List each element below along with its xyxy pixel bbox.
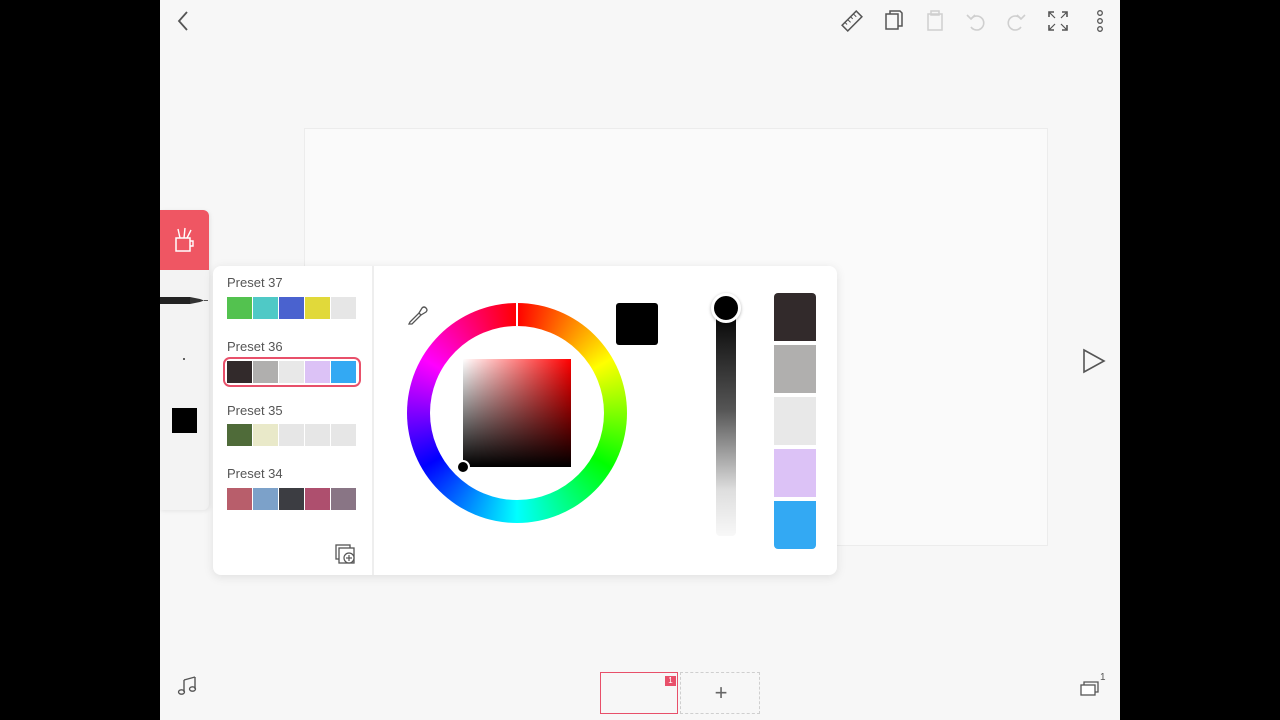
clipboard-icon xyxy=(927,10,943,31)
add-preset-icon[interactable] xyxy=(334,543,358,567)
preset-swatch[interactable] xyxy=(279,488,304,510)
preset-swatch[interactable] xyxy=(253,297,278,319)
brush-cup-icon xyxy=(175,227,194,252)
layers-button[interactable]: 1 xyxy=(1078,672,1108,700)
opacity-slider[interactable] xyxy=(716,306,736,536)
add-frame-label: + xyxy=(714,680,728,705)
preset-swatch-row-selected[interactable] xyxy=(223,357,361,387)
preset-swatch[interactable] xyxy=(331,361,356,383)
preset-swatch[interactable] xyxy=(227,297,252,319)
preset-swatch[interactable] xyxy=(305,297,330,319)
frame-number-badge: 1 xyxy=(665,676,676,686)
palette-swatch[interactable] xyxy=(774,293,816,341)
opacity-slider-thumb[interactable] xyxy=(711,293,741,323)
add-frame-button[interactable]: + xyxy=(680,672,760,714)
more-vertical-icon[interactable] xyxy=(1087,8,1113,34)
brush-size-dot xyxy=(183,358,185,360)
palette-swatch[interactable] xyxy=(774,345,816,393)
preset-label: Preset 35 xyxy=(227,403,283,418)
frame-thumbnail[interactable]: 1 xyxy=(600,672,678,714)
copy-pages-icon[interactable] xyxy=(881,8,907,34)
play-triangle-icon[interactable] xyxy=(1080,348,1106,374)
redo-icon xyxy=(1007,14,1026,31)
undo-icon xyxy=(966,14,985,31)
preset-swatch[interactable] xyxy=(305,424,330,446)
layers-count: 1 xyxy=(1100,672,1106,683)
preset-swatch[interactable] xyxy=(227,488,252,510)
preset-swatch[interactable] xyxy=(331,424,356,446)
preset-list: Preset 37 Preset 36 Preset 35 Preset 34 xyxy=(213,266,374,575)
preset-swatch[interactable] xyxy=(253,361,278,383)
current-color-swatch xyxy=(616,303,658,345)
back-chevron-icon[interactable] xyxy=(172,8,196,34)
preset-swatch-row[interactable] xyxy=(227,424,357,446)
preset-swatch[interactable] xyxy=(227,361,252,383)
pen-tool-icon[interactable] xyxy=(160,292,209,308)
preset-label: Preset 36 xyxy=(227,339,283,354)
preset-swatch-row[interactable] xyxy=(227,488,357,510)
preset-label: Preset 37 xyxy=(227,275,283,290)
current-color-button[interactable] xyxy=(172,408,197,433)
preset-swatch[interactable] xyxy=(279,361,304,383)
preset-swatch[interactable] xyxy=(305,488,330,510)
music-note-icon[interactable] xyxy=(176,674,200,698)
fullscreen-icon[interactable] xyxy=(1045,8,1071,34)
color-palette xyxy=(774,293,816,553)
sv-picker-handle[interactable] xyxy=(456,460,470,474)
app-window: Preset 37 Preset 36 Preset 35 Preset 34 xyxy=(160,0,1120,720)
preset-swatch[interactable] xyxy=(279,297,304,319)
preset-swatch[interactable] xyxy=(253,424,278,446)
palette-swatch[interactable] xyxy=(774,449,816,497)
preset-swatch[interactable] xyxy=(253,488,278,510)
color-wheel-area[interactable] xyxy=(406,302,628,524)
preset-swatch[interactable] xyxy=(331,488,356,510)
brush-size-button[interactable] xyxy=(172,347,196,371)
preset-swatch-row[interactable] xyxy=(227,297,357,319)
preset-swatch[interactable] xyxy=(279,424,304,446)
color-wheel[interactable] xyxy=(406,302,628,524)
preset-swatch[interactable] xyxy=(227,424,252,446)
tool-strip xyxy=(160,210,209,510)
preset-label: Preset 34 xyxy=(227,466,283,481)
preset-swatch[interactable] xyxy=(331,297,356,319)
color-picker-popup: Preset 37 Preset 36 Preset 35 Preset 34 xyxy=(213,266,837,575)
active-tool-button[interactable] xyxy=(160,210,209,270)
ruler-icon[interactable] xyxy=(839,8,865,34)
palette-swatch[interactable] xyxy=(774,397,816,445)
preset-swatch[interactable] xyxy=(305,361,330,383)
palette-swatch[interactable] xyxy=(774,501,816,549)
